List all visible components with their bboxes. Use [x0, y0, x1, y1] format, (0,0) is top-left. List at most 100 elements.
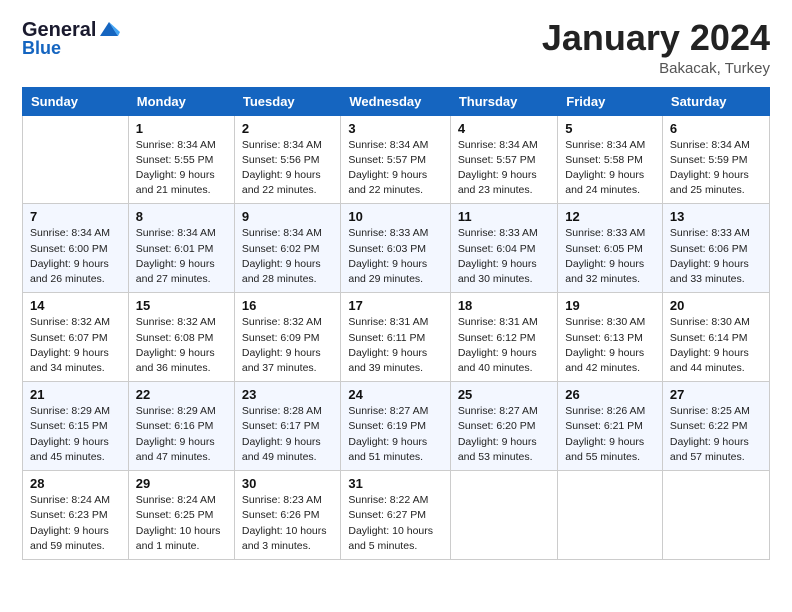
day-cell: 24Sunrise: 8:27 AMSunset: 6:19 PMDayligh… — [341, 382, 450, 471]
day-cell — [450, 471, 557, 560]
day-info: Sunrise: 8:24 AMSunset: 6:25 PMDaylight:… — [136, 493, 227, 554]
logo-text-general: General — [22, 20, 96, 40]
col-header-sunday: Sunday — [23, 87, 129, 115]
day-info: Sunrise: 8:34 AMSunset: 6:02 PMDaylight:… — [242, 226, 333, 287]
day-info: Sunrise: 8:34 AMSunset: 5:55 PMDaylight:… — [136, 138, 227, 199]
day-cell: 7 Sunrise: 8:34 AMSunset: 6:00 PMDaylight… — [23, 204, 129, 293]
day-cell — [23, 115, 129, 204]
day-info: Sunrise: 8:34 AMSunset: 6:00 PMDaylight:… — [30, 226, 121, 287]
day-info: Sunrise: 8:29 AMSunset: 6:16 PMDaylight:… — [136, 404, 227, 465]
day-cell: 18 Sunrise: 8:31 AMSunset: 6:12 PMDayligh… — [450, 293, 557, 382]
day-number: 27 — [670, 387, 762, 402]
week-row-3: 14 Sunrise: 8:32 AMSunset: 6:07 PMDayligh… — [23, 293, 770, 382]
day-number: 18 — [458, 298, 550, 313]
week-row-4: 21 Sunrise: 8:29 AMSunset: 6:15 PMDayligh… — [23, 382, 770, 471]
day-info: Sunrise: 8:33 AMSunset: 6:05 PMDaylight:… — [565, 226, 655, 287]
day-number: 22 — [136, 387, 227, 402]
col-header-wednesday: Wednesday — [341, 87, 450, 115]
day-number: 4 — [458, 121, 550, 136]
day-info: Sunrise: 8:34 AMSunset: 5:58 PMDaylight:… — [565, 138, 655, 199]
day-info: Sunrise: 8:33 AMSunset: 6:04 PMDaylight:… — [458, 226, 550, 287]
day-cell: 5 Sunrise: 8:34 AMSunset: 5:58 PMDaylight… — [558, 115, 663, 204]
day-cell: 10 Sunrise: 8:33 AMSunset: 6:03 PMDayligh… — [341, 204, 450, 293]
day-number: 11 — [458, 209, 550, 224]
day-number: 10 — [348, 209, 442, 224]
page: General Blue January 2024 Bakacak, Turke… — [0, 0, 792, 612]
col-header-friday: Friday — [558, 87, 663, 115]
day-cell: 27 Sunrise: 8:25 AMSunset: 6:22 PMDayligh… — [662, 382, 769, 471]
col-header-monday: Monday — [128, 87, 234, 115]
day-number: 21 — [30, 387, 121, 402]
day-info: Sunrise: 8:34 AMSunset: 5:57 PMDaylight:… — [348, 138, 442, 199]
day-info: Sunrise: 8:34 AMSunset: 5:59 PMDaylight:… — [670, 138, 762, 199]
week-row-2: 7 Sunrise: 8:34 AMSunset: 6:00 PMDaylight… — [23, 204, 770, 293]
day-info: Sunrise: 8:33 AMSunset: 6:03 PMDaylight:… — [348, 226, 442, 287]
day-number: 30 — [242, 476, 333, 491]
day-number: 2 — [242, 121, 333, 136]
day-cell: 30 Sunrise: 8:23 AMSunset: 6:26 PMDayligh… — [234, 471, 340, 560]
day-cell: 19 Sunrise: 8:30 AMSunset: 6:13 PMDayligh… — [558, 293, 663, 382]
day-cell: 2 Sunrise: 8:34 AMSunset: 5:56 PMDaylight… — [234, 115, 340, 204]
day-number: 3 — [348, 121, 442, 136]
day-number: 20 — [670, 298, 762, 313]
week-row-1: 1 Sunrise: 8:34 AMSunset: 5:55 PMDaylight… — [23, 115, 770, 204]
day-cell: 6 Sunrise: 8:34 AMSunset: 5:59 PMDaylight… — [662, 115, 769, 204]
day-number: 9 — [242, 209, 333, 224]
day-cell: 21 Sunrise: 8:29 AMSunset: 6:15 PMDayligh… — [23, 382, 129, 471]
logo-icon — [98, 18, 120, 40]
day-number: 5 — [565, 121, 655, 136]
day-number: 26 — [565, 387, 655, 402]
day-info: Sunrise: 8:34 AMSunset: 5:56 PMDaylight:… — [242, 138, 333, 199]
day-info: Sunrise: 8:22 AMSunset: 6:27 PMDaylight:… — [348, 493, 442, 554]
day-info: Sunrise: 8:32 AMSunset: 6:07 PMDaylight:… — [30, 315, 121, 376]
day-cell: 16Sunrise: 8:32 AMSunset: 6:09 PMDayligh… — [234, 293, 340, 382]
week-row-5: 28 Sunrise: 8:24 AMSunset: 6:23 PMDayligh… — [23, 471, 770, 560]
day-cell: 28 Sunrise: 8:24 AMSunset: 6:23 PMDayligh… — [23, 471, 129, 560]
day-info: Sunrise: 8:24 AMSunset: 6:23 PMDaylight:… — [30, 493, 121, 554]
day-info: Sunrise: 8:23 AMSunset: 6:26 PMDaylight:… — [242, 493, 333, 554]
day-cell: 1 Sunrise: 8:34 AMSunset: 5:55 PMDaylight… — [128, 115, 234, 204]
day-cell: 14 Sunrise: 8:32 AMSunset: 6:07 PMDayligh… — [23, 293, 129, 382]
calendar-table: SundayMondayTuesdayWednesdayThursdayFrid… — [22, 87, 770, 560]
day-number: 28 — [30, 476, 121, 491]
day-cell: 12Sunrise: 8:33 AMSunset: 6:05 PMDayligh… — [558, 204, 663, 293]
header: General Blue January 2024 Bakacak, Turke… — [22, 18, 770, 77]
day-cell: 17 Sunrise: 8:31 AMSunset: 6:11 PMDayligh… — [341, 293, 450, 382]
day-info: Sunrise: 8:27 AMSunset: 6:20 PMDaylight:… — [458, 404, 550, 465]
day-info: Sunrise: 8:31 AMSunset: 6:11 PMDaylight:… — [348, 315, 442, 376]
day-number: 17 — [348, 298, 442, 313]
day-cell: 15 Sunrise: 8:32 AMSunset: 6:08 PMDayligh… — [128, 293, 234, 382]
day-info: Sunrise: 8:34 AMSunset: 6:01 PMDaylight:… — [136, 226, 227, 287]
day-info: Sunrise: 8:25 AMSunset: 6:22 PMDaylight:… — [670, 404, 762, 465]
day-number: 23 — [242, 387, 333, 402]
month-title: January 2024 — [542, 18, 770, 58]
day-cell: 29 Sunrise: 8:24 AMSunset: 6:25 PMDayligh… — [128, 471, 234, 560]
location-title: Bakacak, Turkey — [542, 60, 770, 77]
logo-text-blue: Blue — [22, 39, 120, 57]
col-header-saturday: Saturday — [662, 87, 769, 115]
day-number: 6 — [670, 121, 762, 136]
day-cell: 11 Sunrise: 8:33 AMSunset: 6:04 PMDayligh… — [450, 204, 557, 293]
day-cell: 31 Sunrise: 8:22 AMSunset: 6:27 PMDayligh… — [341, 471, 450, 560]
day-cell: 3 Sunrise: 8:34 AMSunset: 5:57 PMDaylight… — [341, 115, 450, 204]
day-info: Sunrise: 8:31 AMSunset: 6:12 PMDaylight:… — [458, 315, 550, 376]
day-cell: 22 Sunrise: 8:29 AMSunset: 6:16 PMDayligh… — [128, 382, 234, 471]
day-number: 19 — [565, 298, 655, 313]
day-number: 29 — [136, 476, 227, 491]
logo: General Blue — [22, 18, 120, 57]
day-number: 7 — [30, 209, 121, 224]
day-cell: 26 Sunrise: 8:26 AMSunset: 6:21 PMDayligh… — [558, 382, 663, 471]
day-number: 15 — [136, 298, 227, 313]
day-number: 1 — [136, 121, 227, 136]
day-info: Sunrise: 8:30 AMSunset: 6:13 PMDaylight:… — [565, 315, 655, 376]
day-cell: 8 Sunrise: 8:34 AMSunset: 6:01 PMDaylight… — [128, 204, 234, 293]
day-info: Sunrise: 8:26 AMSunset: 6:21 PMDaylight:… — [565, 404, 655, 465]
day-number: 31 — [348, 476, 442, 491]
day-cell: 13Sunrise: 8:33 AMSunset: 6:06 PMDayligh… — [662, 204, 769, 293]
title-block: January 2024 Bakacak, Turkey — [542, 18, 770, 77]
day-number: 14 — [30, 298, 121, 313]
day-info: Sunrise: 8:29 AMSunset: 6:15 PMDaylight:… — [30, 404, 121, 465]
day-info: Sunrise: 8:32 AMSunset: 6:08 PMDaylight:… — [136, 315, 227, 376]
day-cell — [662, 471, 769, 560]
day-number: 8 — [136, 209, 227, 224]
